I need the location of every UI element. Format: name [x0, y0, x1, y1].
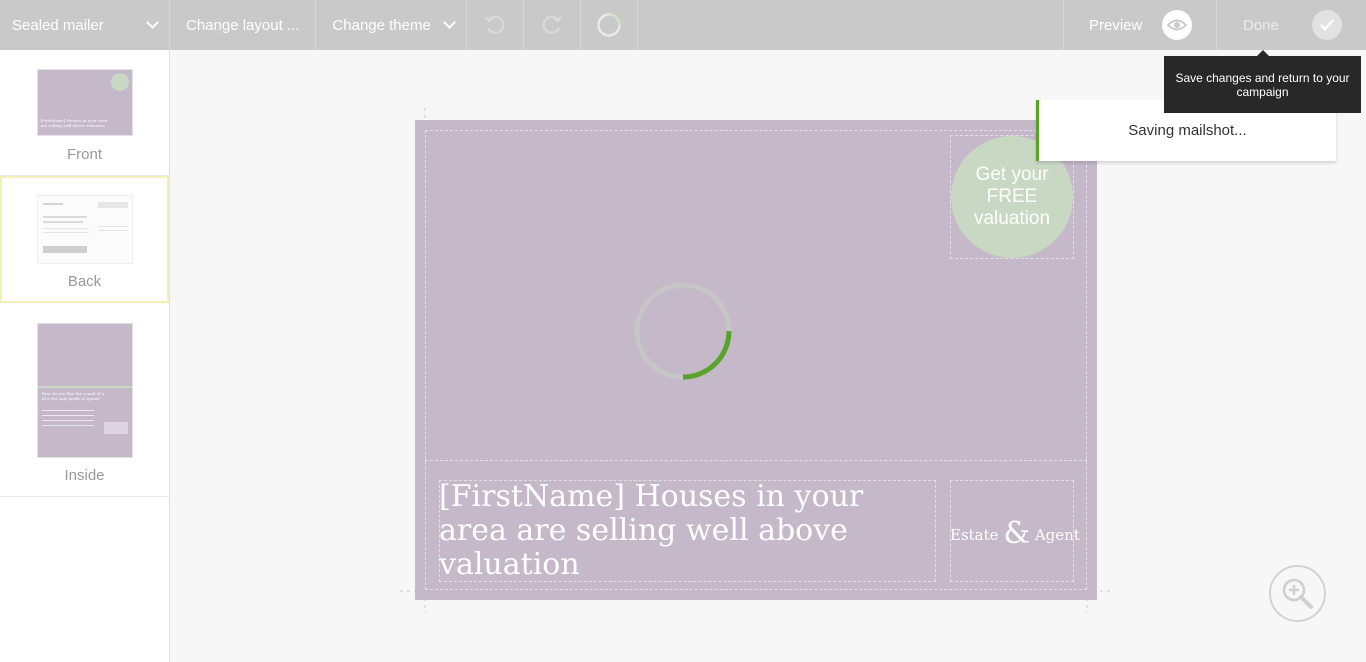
headline-text[interactable]: [FirstName] Houses in your area are sell… [439, 480, 939, 582]
done-button[interactable]: Done [1216, 0, 1366, 50]
inside-thumbnail: How do you like the sound of a £50,000 s… [36, 323, 133, 458]
spinner-progress-arc [682, 330, 732, 380]
thumb-headline: How do you like the sound of a £50,000 s… [41, 391, 105, 401]
change-layout-button[interactable]: Change layout ... [170, 0, 317, 50]
zoom-in-icon [1282, 578, 1313, 609]
thumb-headline: [FirstName] Houses in your area are sell… [40, 118, 108, 128]
thumb-line [42, 216, 87, 218]
undo-button[interactable] [467, 0, 525, 50]
page-label-back: Back [67, 273, 102, 290]
eye-icon [1162, 10, 1192, 40]
thumb-line [97, 226, 128, 227]
change-theme-label: Change theme [332, 16, 431, 34]
back-thumbnail [36, 195, 133, 264]
thumb-line [97, 230, 128, 231]
logo-word-estate: Estate [950, 526, 999, 544]
undo-icon [485, 15, 505, 34]
change-layout-label: Change layout ... [186, 16, 300, 34]
done-tooltip: Save changes and return to your campaign [1164, 50, 1361, 113]
tooltip-text: Save changes and return to your campaign [1175, 70, 1350, 99]
page-thumb-front[interactable]: [FirstName] Houses in your area are sell… [0, 50, 169, 176]
product-select-value: Sealed mailer [12, 16, 104, 34]
thumb-line [41, 425, 94, 426]
preview-label: Preview [1089, 16, 1143, 34]
preview-button[interactable]: Preview [1063, 0, 1216, 50]
loading-ring-icon [597, 13, 622, 37]
product-select[interactable]: Sealed mailer [0, 0, 170, 50]
saving-status-text: Saving mailshot... [1128, 122, 1247, 139]
thumb-line [42, 232, 89, 233]
thumb-line [97, 202, 128, 208]
footer-guide [425, 460, 1087, 461]
page-thumb-inside[interactable]: How do you like the sound of a £50,000 s… [0, 303, 169, 497]
estate-agent-logo[interactable]: Estate & Agent [950, 516, 1080, 551]
thumb-line [42, 221, 83, 223]
pages-sidebar: [FirstName] Houses in your area are sell… [0, 50, 170, 662]
loading-status [581, 0, 639, 50]
thumb-line [42, 228, 89, 229]
thumb-block [42, 246, 87, 253]
page-thumb-back[interactable]: Back [0, 176, 169, 303]
check-icon [1312, 10, 1342, 40]
logo-word-agent: Agent [1034, 526, 1080, 544]
thumb-line [41, 415, 94, 416]
top-toolbar: Sealed mailer Change layout ... Change t… [0, 0, 1366, 50]
thumb-divider [37, 386, 132, 388]
loading-spinner-icon [634, 282, 732, 380]
redo-button[interactable] [524, 0, 582, 50]
redo-icon [543, 15, 563, 34]
thumb-line [41, 420, 94, 421]
thumb-block [103, 422, 128, 434]
front-thumbnail: [FirstName] Houses in your area are sell… [36, 69, 133, 136]
mailer-canvas[interactable]: Get your FREE valuation [FirstName] Hous… [415, 120, 1097, 600]
logo-ampersand: & [1003, 516, 1031, 551]
change-theme-select[interactable]: Change theme [316, 0, 468, 50]
done-label: Done [1243, 16, 1279, 34]
page-label-inside: Inside [64, 467, 105, 484]
thumb-line [42, 203, 63, 205]
zoom-button[interactable] [1269, 565, 1326, 622]
thumb-line [41, 410, 94, 411]
badge-text: Get your FREE valuation [973, 164, 1051, 229]
thumb-badge [110, 73, 129, 91]
chevron-down-icon [443, 16, 457, 29]
chevron-down-icon [146, 16, 159, 29]
page-label-front: Front [66, 146, 102, 163]
